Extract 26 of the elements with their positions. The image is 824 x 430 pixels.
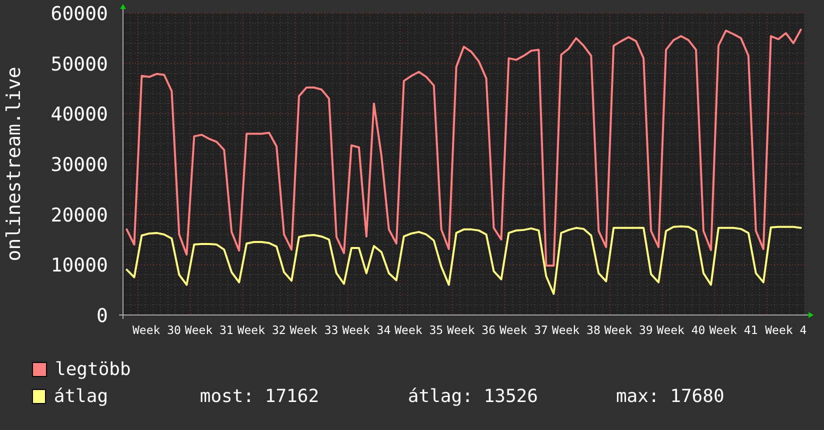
x-tick-label: Week 39 <box>604 323 653 337</box>
y-tick-label: 10000 <box>50 254 108 277</box>
y-tick-label: 60000 <box>50 3 108 25</box>
y-tick-label: 30000 <box>50 154 108 176</box>
legend-label: legtöbb <box>55 358 132 382</box>
x-tick-label: Week 30 <box>132 323 181 337</box>
x-tick-label: Week 41 <box>709 323 758 337</box>
x-tick-label: Week 36 <box>447 323 496 337</box>
legend-stat: átlag: 13526 <box>408 385 539 409</box>
y-tick-label: 50000 <box>50 53 108 76</box>
x-tick-label: Week 34 <box>342 323 391 337</box>
y-axis-title: onlinestream.live <box>3 66 25 262</box>
legend-stat: max: 17680 <box>616 385 726 409</box>
x-tick-label: Week 32 <box>237 323 286 337</box>
y-tick-label: 40000 <box>50 104 108 126</box>
x-tick-label: Week 38 <box>552 323 600 337</box>
x-tick-label: Week 35 <box>394 323 444 337</box>
y-tick-label: 0 <box>96 305 108 327</box>
x-tick-label: Week 4 <box>765 323 807 337</box>
x-tick-label: Week 40 <box>656 323 706 337</box>
legend-label: átlag <box>54 385 110 409</box>
x-tick-label: Week 37 <box>499 323 548 337</box>
x-tick-label: Week 33 <box>290 323 338 337</box>
y-tick-label: 20000 <box>50 204 108 226</box>
legend-stat: most: 17162 <box>200 385 320 409</box>
x-tick-label: Week 31 <box>184 323 234 337</box>
